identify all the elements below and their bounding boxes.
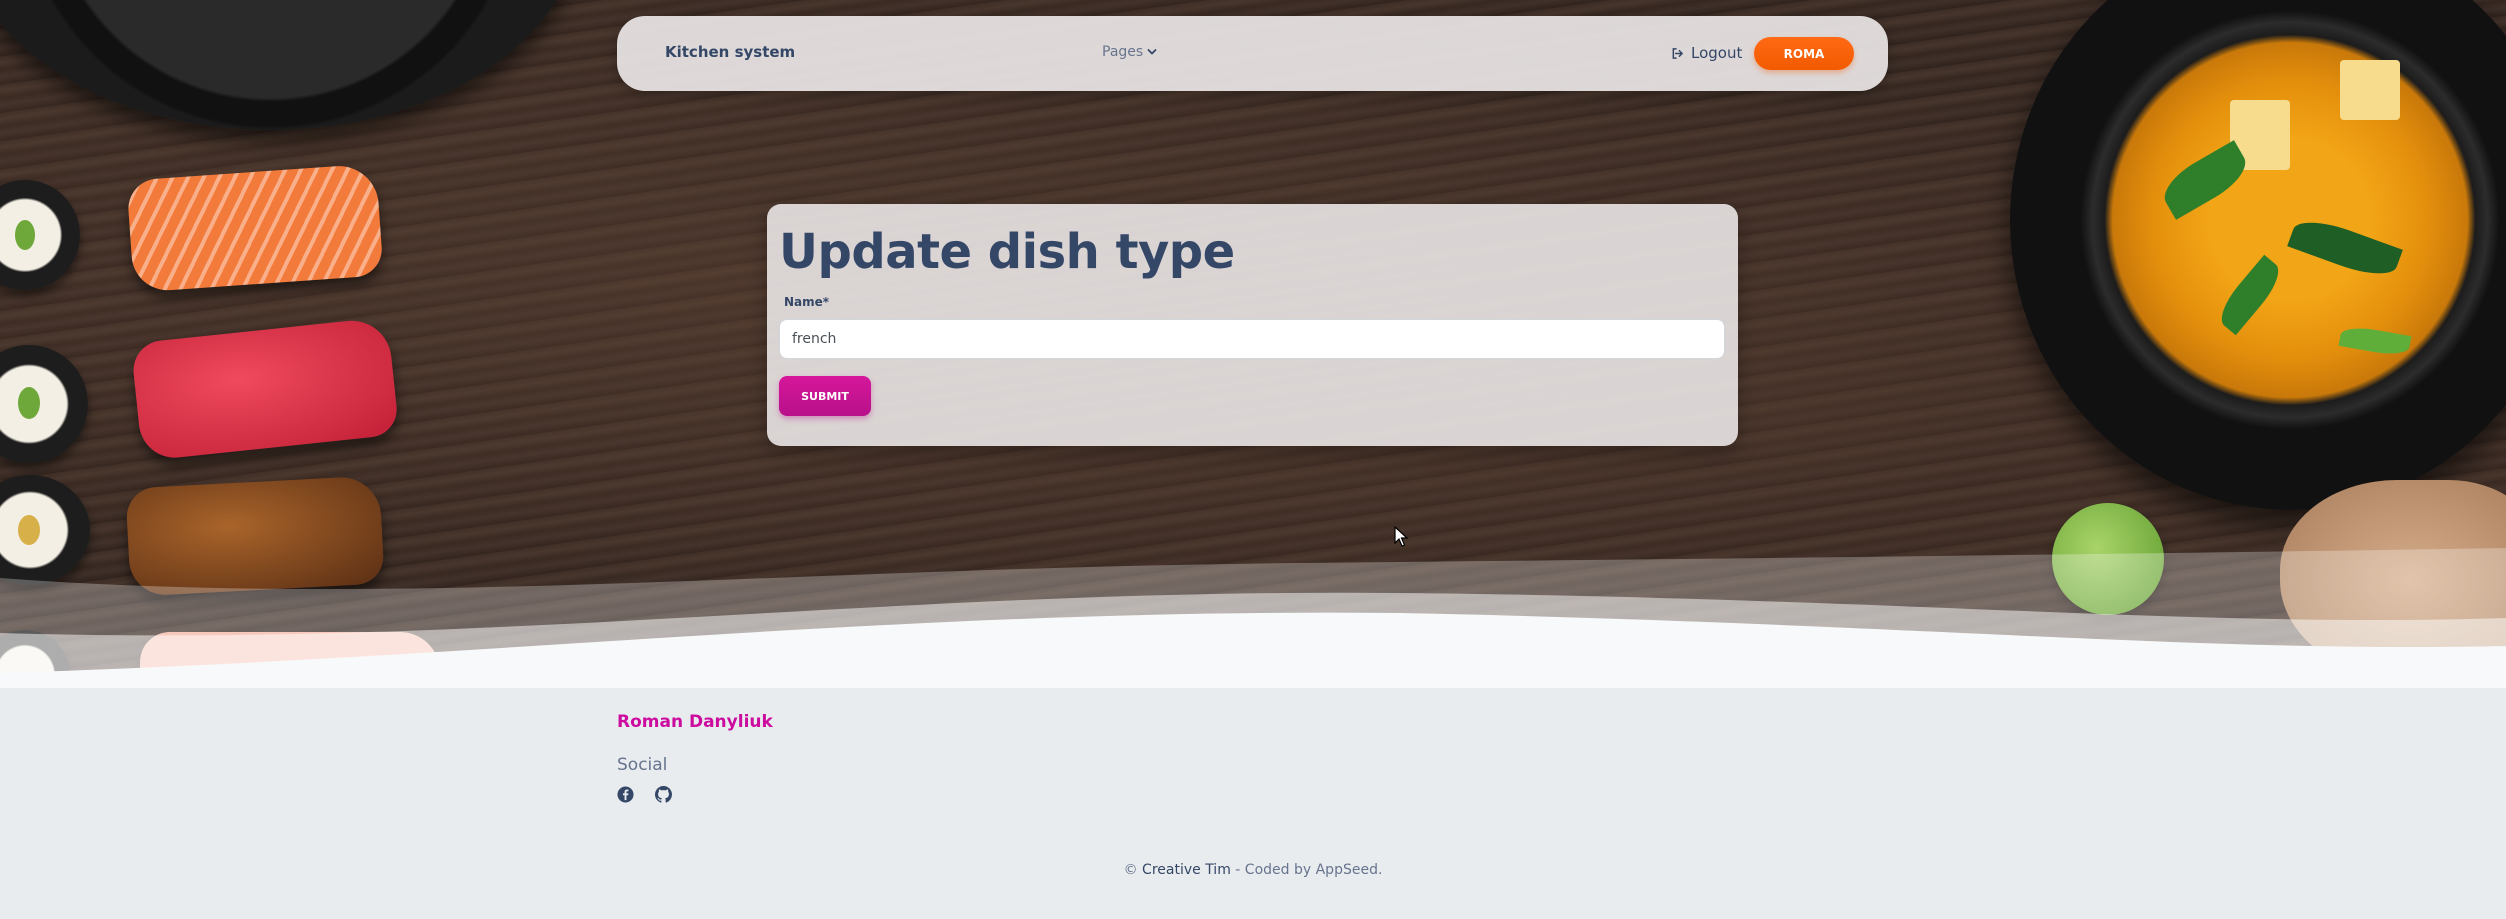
logout-link[interactable]: Logout <box>1671 44 1742 62</box>
brand-link[interactable]: Kitchen system <box>665 43 795 61</box>
logout-label: Logout <box>1691 44 1743 62</box>
hero-wave-divider <box>0 548 2506 688</box>
update-dish-type-card: Update dish type Name* SUBMIT <box>767 204 1738 446</box>
plate-image <box>0 0 580 130</box>
name-input[interactable] <box>779 319 1725 359</box>
facebook-icon[interactable] <box>617 786 635 804</box>
user-button[interactable]: ROMA <box>1754 37 1854 70</box>
pages-dropdown[interactable]: Pages <box>1102 44 1157 60</box>
github-icon[interactable] <box>655 786 673 804</box>
chevron-down-icon <box>1147 49 1157 55</box>
maki-roll-image <box>0 345 88 463</box>
logout-icon <box>1672 47 1683 59</box>
tuna-nigiri-image <box>130 316 400 462</box>
footer-social-heading: Social <box>617 755 668 775</box>
page-title: Update dish type <box>779 224 1235 280</box>
name-field-label: Name* <box>784 295 830 309</box>
pages-label: Pages <box>1102 44 1144 60</box>
copyright-text: © Creative Tim - Coded by AppSeed. <box>0 862 2506 878</box>
social-links <box>617 786 673 804</box>
mouse-cursor-icon <box>1394 526 1408 547</box>
creative-tim-link[interactable]: Creative Tim <box>1142 862 1231 878</box>
submit-button[interactable]: SUBMIT <box>779 376 871 416</box>
top-navbar: Kitchen system Pages Logout ROMA <box>617 16 1888 91</box>
salmon-nigiri-image <box>126 163 384 293</box>
copyright-suffix: - Coded by AppSeed. <box>1235 862 1383 878</box>
miso-soup-image <box>2010 0 2506 510</box>
maki-roll-image <box>0 180 80 290</box>
copyright-symbol: © <box>1123 862 1138 878</box>
footer-author: Roman Danyliuk <box>617 712 773 732</box>
